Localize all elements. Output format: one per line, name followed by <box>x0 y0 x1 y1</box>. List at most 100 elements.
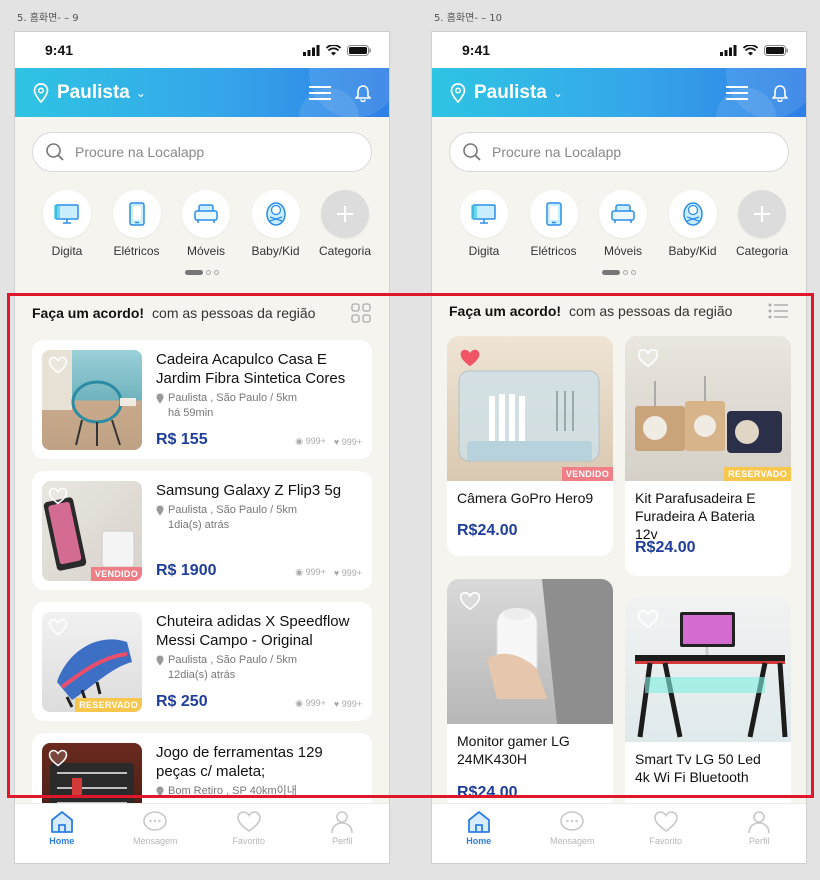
tab-mensagem[interactable]: Mensagem <box>526 804 620 863</box>
location-name[interactable]: Paulista <box>57 82 130 104</box>
category-digital[interactable]: Digita <box>454 190 514 258</box>
product-grid: VENDIDO Câmera GoPro Hero9 R$24.00 RESER… <box>447 336 791 817</box>
favorite-heart-icon[interactable] <box>48 749 68 767</box>
carousel-pager[interactable] <box>432 270 806 275</box>
search-placeholder: Procure na Localapp <box>492 144 622 160</box>
frame-label-left: 5. 홈화면- – 9 <box>17 13 79 24</box>
category-more[interactable]: Categoria <box>315 190 375 258</box>
item-time: 12dia(s) atrás <box>168 669 236 681</box>
product-list: Cadeira Acapulco Casa E Jardim Fibra Sin… <box>15 340 389 852</box>
favorite-heart-icon[interactable] <box>637 609 659 629</box>
view-count: 999+ <box>305 698 326 708</box>
item-title: Kit Parafusadeira E <box>635 490 756 506</box>
category-baby-kid[interactable]: Baby/Kid <box>246 190 306 258</box>
like-count: 999+ <box>341 567 362 578</box>
tab-home[interactable]: Home <box>15 804 109 863</box>
search-input[interactable]: Procure na Localapp <box>449 132 789 172</box>
plus-icon <box>337 206 353 222</box>
status-bar: 9:41 <box>15 32 389 68</box>
item-price: R$ 155 <box>156 431 208 448</box>
tab-favorito[interactable]: Favorito <box>619 804 713 863</box>
product-image-humidifier <box>447 579 613 724</box>
grid-card[interactable]: VENDIDO Câmera GoPro Hero9 R$24.00 <box>447 336 613 556</box>
item-price: R$ 1900 <box>156 562 217 579</box>
like-count: 999+ <box>341 436 362 447</box>
item-price: R$24.00 <box>635 539 696 556</box>
status-badge-sold: VENDIDO <box>90 567 142 581</box>
like-count: 999+ <box>341 698 362 709</box>
chevron-down-icon[interactable]: ⌄ <box>136 86 146 100</box>
favorite-heart-icon[interactable] <box>48 487 68 505</box>
item-title: Chuteira adidas X Speedflow <box>156 613 350 630</box>
favorite-heart-icon[interactable] <box>48 618 68 636</box>
baby-icon <box>265 202 286 226</box>
item-location: Paulista , São Paulo / 5km <box>168 654 298 666</box>
list-item[interactable]: VENDIDO Samsung Galaxy Z Flip3 5g Paulis… <box>32 471 372 590</box>
item-title: Smart Tv LG 50 Led <box>635 751 761 767</box>
grid-view-icon[interactable] <box>351 303 371 323</box>
category-digital[interactable]: Digita <box>37 190 97 258</box>
chevron-down-icon[interactable]: ⌄ <box>553 86 563 100</box>
signal-icon <box>303 44 320 56</box>
heart-icon <box>236 811 261 832</box>
category-moveis[interactable]: Móveis <box>593 190 653 258</box>
tab-favorito[interactable]: Favorito <box>202 804 296 863</box>
tab-perfil[interactable]: Perfil <box>713 804 807 863</box>
category-eletricos[interactable]: Elétricos <box>107 190 167 258</box>
carousel-pager[interactable] <box>15 270 389 275</box>
favorite-heart-filled-icon[interactable] <box>459 348 481 368</box>
category-more[interactable]: Categoria <box>732 190 792 258</box>
favorite-heart-icon[interactable] <box>459 591 481 611</box>
search-placeholder: Procure na Localapp <box>75 144 205 160</box>
list-item[interactable]: RESERVADO Chuteira adidas X Speedflow Me… <box>32 602 372 721</box>
view-count: 999+ <box>305 436 326 446</box>
frame-label-right: 5. 홈화면- – 10 <box>434 13 503 24</box>
home-icon <box>50 811 73 833</box>
category-moveis[interactable]: Móveis <box>176 190 236 258</box>
section-subtitle: com as pessoas da região <box>569 303 733 319</box>
product-image-phone: VENDIDO <box>42 481 142 581</box>
heart-icon <box>653 811 678 832</box>
item-location: Paulista , São Paulo / 5km <box>168 504 298 516</box>
item-title-line2: 4k Wi Fi Bluetooth <box>635 769 749 785</box>
tab-mensagem[interactable]: Mensagem <box>109 804 203 863</box>
tab-perfil[interactable]: Perfil <box>296 804 390 863</box>
list-view-icon[interactable] <box>768 303 788 319</box>
view-count: 999+ <box>305 567 326 577</box>
location-pin-icon[interactable] <box>33 82 49 103</box>
sofa-icon <box>194 204 218 223</box>
item-time: 1dia(s) atrás <box>168 519 230 531</box>
list-item[interactable]: Cadeira Acapulco Casa E Jardim Fibra Sin… <box>32 340 372 459</box>
grid-card[interactable]: Smart Tv LG 50 Led 4k Wi Fi Bluetooth <box>625 597 791 817</box>
chat-icon <box>560 811 585 831</box>
favorite-heart-icon[interactable] <box>48 356 68 374</box>
phone-screen-list-view: 9:41 Paulista ⌄ Procure na Localapp Digi… <box>14 31 390 864</box>
phone-icon <box>128 202 145 226</box>
category-eletricos[interactable]: Elétricos <box>524 190 584 258</box>
location-name[interactable]: Paulista <box>474 82 547 104</box>
product-image-desk <box>625 597 791 742</box>
bottom-tab-bar: Home Mensagem Favorito Perfil <box>432 803 806 863</box>
section-title: Faça um acordo! <box>449 303 562 319</box>
grid-card[interactable]: Monitor gamer LG 24MK430H R$24.00 <box>447 579 613 809</box>
home-icon <box>467 811 490 833</box>
search-input[interactable]: Procure na Localapp <box>32 132 372 172</box>
favorite-heart-icon[interactable] <box>637 348 659 368</box>
section-header: Faça um acordo! com as pessoas da região <box>15 303 389 323</box>
wifi-icon <box>743 44 758 55</box>
signal-icon <box>720 44 737 56</box>
tab-home[interactable]: Home <box>432 804 526 863</box>
location-pin-icon <box>156 505 164 516</box>
baby-icon <box>682 202 703 226</box>
location-pin-icon[interactable] <box>450 82 466 103</box>
location-pin-icon <box>156 655 164 666</box>
category-baby-kid[interactable]: Baby/Kid <box>663 190 723 258</box>
item-location: Bom Retiro , SP 40km이내 <box>168 785 297 797</box>
grid-card[interactable]: RESERVADO Kit Parafusadeira E Furadeira … <box>625 336 791 576</box>
app-header: Paulista ⌄ <box>15 68 389 117</box>
monitor-icon <box>471 204 496 224</box>
phone-icon <box>545 202 562 226</box>
monitor-icon <box>54 204 79 224</box>
item-title-line2: 24MK430H <box>457 751 528 767</box>
item-title-line2: peças c/ maleta; <box>156 763 266 780</box>
